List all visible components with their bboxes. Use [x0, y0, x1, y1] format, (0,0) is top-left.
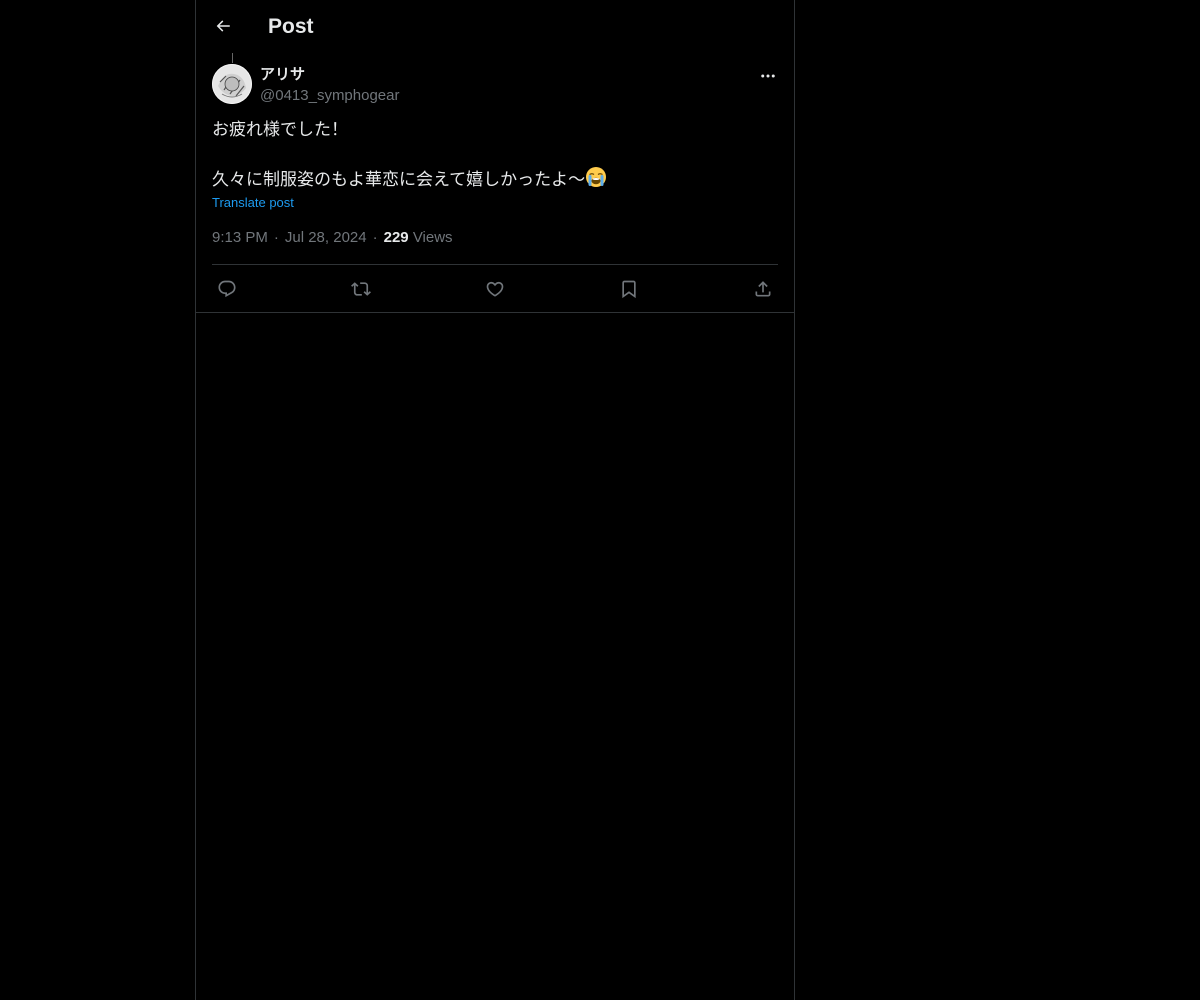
- like-button[interactable]: [480, 274, 510, 304]
- share-button[interactable]: [748, 274, 778, 304]
- post-text: お疲れ様でした！ 久々に制服姿のもよ華恋に会えて嬉しかったよ〜: [212, 118, 778, 192]
- repost-button[interactable]: [346, 274, 376, 304]
- post-date[interactable]: Jul 28, 2024: [285, 229, 367, 246]
- post-text-line: お疲れ様でした！: [212, 120, 348, 139]
- repost-icon: [351, 279, 371, 299]
- back-button[interactable]: [208, 11, 238, 41]
- primary-column: Post アリサ @0413_symphogear お疲れ様でした！ 久々に制服…: [195, 0, 795, 1000]
- post-actions-bar: [212, 265, 778, 312]
- post-text-content: 久々に制服姿のもよ華恋に会えて嬉しかったよ〜: [212, 170, 586, 189]
- bookmark-button[interactable]: [614, 274, 644, 304]
- post-metadata: 9:13 PM · Jul 28, 2024 · 229 Views: [212, 228, 453, 248]
- views-count: 229: [383, 229, 409, 246]
- heart-icon: [485, 279, 505, 299]
- post-text-line: 久々に制服姿のもよ華恋に会えて嬉しかったよ〜: [212, 166, 778, 192]
- reply-icon: [217, 279, 237, 299]
- separator-dot: ·: [273, 229, 279, 246]
- loudly-crying-face-icon: [585, 166, 607, 188]
- views-label: Views: [412, 229, 453, 246]
- arrow-left-icon: [214, 17, 232, 35]
- share-icon: [753, 279, 773, 299]
- reply-button[interactable]: [212, 274, 242, 304]
- author-handle[interactable]: @0413_symphogear: [260, 86, 399, 106]
- separator-dot: ·: [372, 229, 378, 246]
- thread-connector-line: [232, 53, 233, 63]
- avatar[interactable]: [212, 64, 252, 104]
- translate-post-link[interactable]: Translate post: [212, 194, 294, 212]
- more-options-button[interactable]: [756, 64, 780, 88]
- page-header: Post: [196, 0, 794, 53]
- page-title: Post: [268, 15, 314, 38]
- more-horizontal-icon: [759, 67, 777, 85]
- bookmark-icon: [619, 279, 639, 299]
- post-text-blank-line: [212, 142, 778, 166]
- author-display-name[interactable]: アリサ: [260, 65, 305, 85]
- post-time[interactable]: 9:13 PM: [212, 229, 268, 246]
- post-bottom-border: [196, 312, 794, 313]
